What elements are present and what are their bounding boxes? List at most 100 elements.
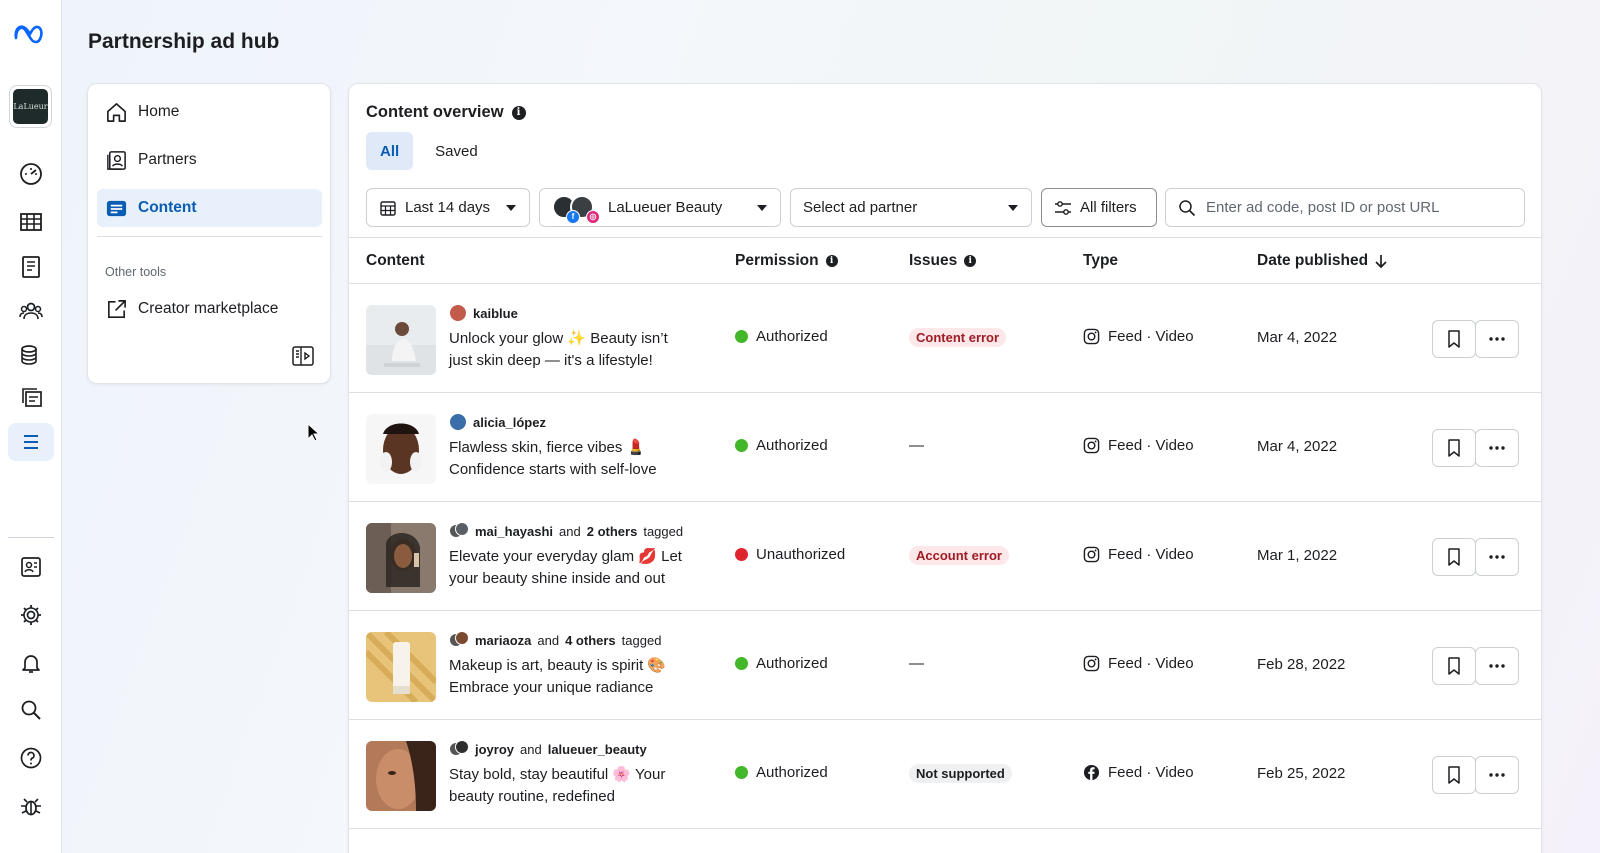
notifications-icon[interactable] — [8, 644, 54, 682]
table-header: Content Permission i Issues i Type Date pu… — [349, 237, 1541, 284]
chevron-down-icon — [506, 205, 516, 211]
status-dot — [735, 766, 748, 779]
more-options-button[interactable] — [1475, 647, 1519, 685]
table-icon[interactable] — [8, 203, 54, 241]
date-range-dropdown[interactable]: Last 14 days — [366, 188, 530, 227]
nav-section-label: Other tools — [105, 265, 167, 279]
search-input[interactable] — [1206, 199, 1516, 216]
brand-account-avatar[interactable]: LaLueur — [9, 85, 52, 128]
more-horizontal-icon — [1489, 773, 1505, 777]
author-avatars — [449, 631, 469, 649]
catalog-icon[interactable] — [8, 248, 54, 286]
column-date-published[interactable]: Date published — [1257, 252, 1387, 270]
table-row[interactable]: mai_hayashi and 2 others tagged Elevate y… — [349, 502, 1541, 611]
author-connector: and — [537, 632, 560, 648]
author-avatars — [449, 740, 469, 758]
author-avatar — [449, 304, 467, 322]
table-row[interactable]: kaiblue Unlock your glow ✨ Beauty isn’t … — [349, 284, 1541, 393]
chevron-down-icon — [757, 205, 767, 211]
status-dot — [735, 439, 748, 452]
instagram-icon: ◎ — [586, 209, 600, 224]
content-thumbnail[interactable] — [366, 305, 436, 375]
more-options-button[interactable] — [1475, 538, 1519, 576]
author-handle[interactable]: mariaoza — [475, 633, 531, 648]
author-extra[interactable]: 2 others — [587, 524, 638, 539]
author-handle[interactable]: alicia_lópez — [473, 415, 546, 430]
menu-icon[interactable] — [8, 423, 54, 461]
content-icon — [106, 200, 127, 216]
content-thumbnail[interactable] — [366, 523, 436, 593]
facebook-icon — [1083, 764, 1100, 781]
creative-icon[interactable] — [8, 379, 54, 417]
account-name: LaLueuer Beauty — [608, 199, 723, 216]
save-button[interactable] — [1432, 647, 1476, 685]
chevron-down-icon — [1008, 205, 1018, 211]
type-label: Feed · Video — [1108, 546, 1194, 563]
help-icon[interactable] — [8, 739, 54, 777]
nav-item-creator-marketplace[interactable]: Creator marketplace — [97, 290, 322, 328]
info-icon[interactable]: i — [825, 255, 838, 267]
author-extra[interactable]: lalueuer_beauty — [548, 742, 647, 757]
left-rail: LaLueur — [0, 0, 62, 853]
calendar-icon — [380, 200, 396, 216]
tab-all[interactable]: All — [366, 132, 414, 170]
nav-item-content[interactable]: Content — [97, 189, 322, 227]
section-title: Content overview i — [366, 103, 526, 122]
info-icon[interactable]: i — [511, 105, 526, 120]
meta-logo-icon[interactable] — [13, 22, 49, 46]
status-dot — [735, 330, 748, 343]
info-icon[interactable]: i — [964, 255, 977, 267]
bookmark-icon — [1448, 657, 1460, 675]
search-box[interactable] — [1165, 188, 1525, 227]
more-options-button[interactable] — [1475, 756, 1519, 794]
account-dropdown[interactable]: f ◎ LaLueuer Beauty — [539, 188, 781, 227]
issue-empty: — — [909, 437, 924, 454]
permission-status: Unauthorized — [735, 546, 845, 563]
save-button[interactable] — [1432, 429, 1476, 467]
content-caption: Elevate your everyday glam 💋 Let your be… — [449, 548, 682, 587]
issue-badge: Content error — [909, 328, 1007, 347]
save-button[interactable] — [1432, 320, 1476, 358]
nav-item-partners[interactable]: Partners — [97, 141, 322, 179]
nav-item-home[interactable]: Home — [97, 93, 322, 131]
author-extra[interactable]: 4 others — [565, 633, 616, 648]
author-handle[interactable]: kaiblue — [473, 306, 518, 321]
content-thumbnail[interactable] — [366, 414, 436, 484]
audience-icon[interactable] — [8, 292, 54, 330]
collapse-sidebar-icon[interactable] — [292, 346, 314, 366]
account-icon[interactable] — [8, 548, 54, 586]
billing-icon[interactable] — [8, 336, 54, 374]
author-handle[interactable]: joyroy — [475, 742, 514, 757]
column-permission: Permission i — [735, 252, 838, 270]
content-thumbnail[interactable] — [366, 741, 436, 811]
bug-report-icon[interactable] — [8, 787, 54, 825]
all-filters-button[interactable]: All filters — [1041, 188, 1157, 227]
content-thumbnail[interactable] — [366, 632, 436, 702]
filter-sliders-icon — [1055, 200, 1071, 215]
search-icon[interactable] — [8, 691, 54, 729]
save-button[interactable] — [1432, 538, 1476, 576]
content-type: Feed · Video — [1083, 764, 1194, 781]
section-title-text: Content overview — [366, 103, 504, 121]
account-avatars: f ◎ — [552, 193, 602, 224]
table-row[interactable]: alicia_lópez Flawless skin, fierce vibes… — [349, 393, 1541, 502]
permission-status: Authorized — [735, 328, 828, 345]
content-tabs: All Saved — [366, 132, 492, 170]
date-published: Mar 4, 2022 — [1257, 329, 1338, 346]
type-label: Feed · Video — [1108, 655, 1194, 672]
more-options-button[interactable] — [1475, 429, 1519, 467]
settings-icon[interactable] — [8, 596, 54, 634]
save-button[interactable] — [1432, 756, 1476, 794]
tab-saved[interactable]: Saved — [421, 132, 492, 170]
more-options-button[interactable] — [1475, 320, 1519, 358]
type-label: Feed · Video — [1108, 328, 1194, 345]
nav-item-label: Partners — [138, 151, 197, 168]
table-row[interactable]: joyroy and lalueuer_beauty Stay bold, sta… — [349, 720, 1541, 829]
author-suffix: tagged — [643, 523, 684, 539]
table-row[interactable]: mariaoza and 4 others tagged Makeup is ar… — [349, 611, 1541, 720]
author-connector: and — [520, 741, 542, 757]
nav-divider — [97, 236, 322, 237]
ad-partner-dropdown[interactable]: Select ad partner — [790, 188, 1032, 227]
dashboard-icon[interactable] — [8, 155, 54, 193]
author-handle[interactable]: mai_hayashi — [475, 524, 553, 539]
